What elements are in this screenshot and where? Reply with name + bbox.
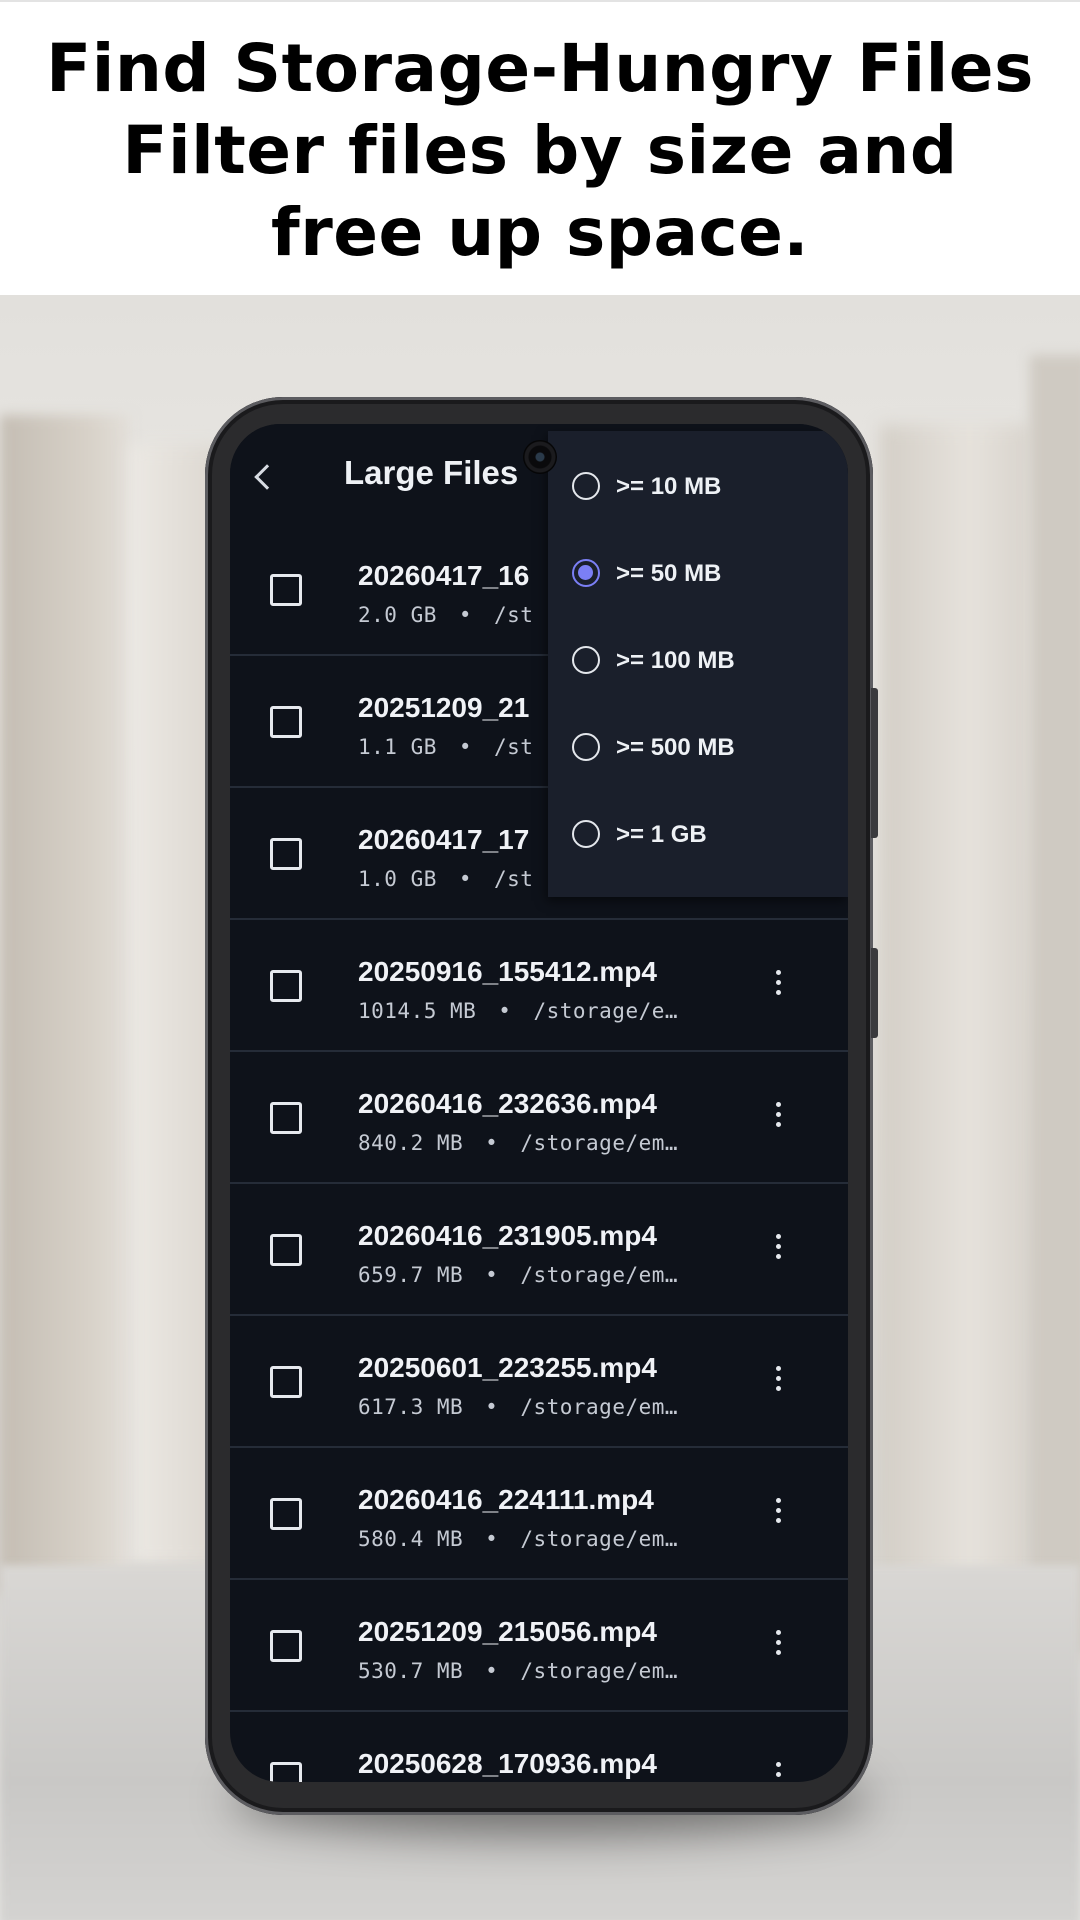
file-name: 20260417_16 xyxy=(358,560,530,591)
size-filter-option[interactable]: >= 50 MB xyxy=(548,530,848,617)
meta-separator: • xyxy=(485,1527,499,1551)
file-meta: 659.7 MB • /storage/em… xyxy=(358,1263,678,1287)
more-options-icon[interactable] xyxy=(770,1762,786,1782)
file-path: /storage/em… xyxy=(520,1263,679,1287)
more-options-icon[interactable] xyxy=(770,1102,786,1132)
file-size: 1014.5 MB xyxy=(358,999,477,1023)
file-size: 659.7 MB xyxy=(358,1263,464,1287)
promo-header: Find Storage-Hungry Files Filter files b… xyxy=(0,0,1080,295)
promo-headline: Find Storage-Hungry Files xyxy=(46,30,1034,107)
file-checkbox[interactable] xyxy=(270,1366,302,1398)
back-arrow-icon[interactable] xyxy=(254,464,280,490)
promo-subtitle-line-2: free up space. xyxy=(271,194,809,271)
file-meta: 840.2 MB • /storage/em… xyxy=(358,1131,678,1155)
file-name: 20260417_17 xyxy=(358,824,530,855)
file-path: /storage/em… xyxy=(520,1659,679,1683)
file-meta: 617.3 MB • /storage/em… xyxy=(358,1395,678,1419)
file-row[interactable]: 20250628_170936.mp4 xyxy=(230,1712,848,1782)
file-size: 2.0 GB xyxy=(358,603,437,627)
file-size: 580.4 MB xyxy=(358,1527,464,1551)
file-row[interactable]: 20260416_231905.mp4 659.7 MB • /storage/em… xyxy=(230,1184,848,1316)
radio-selected-icon[interactable] xyxy=(572,559,600,587)
file-name: 20251209_21 xyxy=(358,692,530,723)
file-checkbox[interactable] xyxy=(270,970,302,1002)
size-filter-option[interactable]: >= 500 MB xyxy=(548,704,848,791)
file-meta: 530.7 MB • /storage/em… xyxy=(358,1659,678,1683)
file-checkbox[interactable] xyxy=(270,706,302,738)
file-size: 840.2 MB xyxy=(358,1131,464,1155)
file-name: 20260416_231905.mp4 xyxy=(358,1220,657,1251)
phone-screen: Large Files 20260417_16 2.0 GB • /st 2025120… xyxy=(230,424,848,1782)
file-checkbox[interactable] xyxy=(270,1630,302,1662)
meta-separator: • xyxy=(485,1395,499,1419)
meta-separator: • xyxy=(498,999,512,1023)
file-name: 20250628_170936.mp4 xyxy=(358,1748,657,1779)
file-path: /storage/em… xyxy=(520,1131,679,1155)
file-row[interactable]: 20250601_223255.mp4 617.3 MB • /storage/em… xyxy=(230,1316,848,1448)
file-meta: 1.0 GB • /st xyxy=(358,867,533,891)
size-filter-option[interactable]: >= 100 MB xyxy=(548,617,848,704)
page-title: Large Files xyxy=(344,454,519,491)
more-options-icon[interactable] xyxy=(770,1366,786,1396)
file-checkbox[interactable] xyxy=(270,838,302,870)
file-path: /st xyxy=(494,735,534,759)
size-filter-option[interactable]: >= 10 MB xyxy=(548,443,848,530)
more-options-icon[interactable] xyxy=(770,1234,786,1264)
file-meta: 2.0 GB • /st xyxy=(358,603,533,627)
meta-separator: • xyxy=(485,1263,499,1287)
more-options-icon[interactable] xyxy=(770,1630,786,1660)
radio-icon[interactable] xyxy=(572,820,600,848)
promo-subtitle-line-1: Filter files by size and xyxy=(122,112,958,189)
file-path: /storage/e… xyxy=(533,999,679,1023)
size-filter-menu: >= 10 MB >= 50 MB >= 100 MB >= 500 MB >= 1 G… xyxy=(548,431,848,897)
file-size: 1.0 GB xyxy=(358,867,437,891)
size-filter-option-label: >= 50 MB xyxy=(616,560,722,587)
file-path: /storage/em… xyxy=(520,1527,679,1551)
radio-icon[interactable] xyxy=(572,646,600,674)
file-checkbox[interactable] xyxy=(270,1102,302,1134)
size-filter-option-label: >= 500 MB xyxy=(616,734,735,761)
file-size: 530.7 MB xyxy=(358,1659,464,1683)
more-options-icon[interactable] xyxy=(770,970,786,1000)
more-options-icon[interactable] xyxy=(770,1498,786,1528)
file-size: 617.3 MB xyxy=(358,1395,464,1419)
file-name: 20260416_224111.mp4 xyxy=(358,1484,654,1515)
file-meta: 1.1 GB • /st xyxy=(358,735,533,759)
file-path: /storage/em… xyxy=(520,1395,679,1419)
file-checkbox[interactable] xyxy=(270,574,302,606)
size-filter-option-label: >= 100 MB xyxy=(616,647,735,674)
file-name: 20250916_155412.mp4 xyxy=(358,956,657,987)
file-checkbox[interactable] xyxy=(270,1234,302,1266)
size-filter-option-label: >= 1 GB xyxy=(616,821,707,848)
meta-separator: • xyxy=(458,735,473,759)
file-row[interactable]: 20260416_224111.mp4 580.4 MB • /storage/em… xyxy=(230,1448,848,1580)
file-row[interactable]: 20250916_155412.mp4 1014.5 MB • /storage/e… xyxy=(230,920,848,1052)
radio-icon[interactable] xyxy=(572,472,600,500)
size-filter-option-label: >= 10 MB xyxy=(616,473,722,500)
radio-icon[interactable] xyxy=(572,733,600,761)
file-size: 1.1 GB xyxy=(358,735,437,759)
size-filter-option[interactable]: >= 1 GB xyxy=(548,791,848,878)
volume-button xyxy=(871,688,878,838)
file-row[interactable]: 20260416_232636.mp4 840.2 MB • /storage/em… xyxy=(230,1052,848,1184)
power-button xyxy=(871,948,878,1038)
meta-separator: • xyxy=(485,1131,499,1155)
file-name: 20250601_223255.mp4 xyxy=(358,1352,657,1383)
file-checkbox[interactable] xyxy=(270,1498,302,1530)
meta-separator: • xyxy=(485,1659,499,1683)
file-name: 20260416_232636.mp4 xyxy=(358,1088,657,1119)
file-path: /st xyxy=(494,603,534,627)
front-camera-icon xyxy=(523,440,557,474)
file-meta: 1014.5 MB • /storage/e… xyxy=(358,999,678,1023)
meta-separator: • xyxy=(458,603,473,627)
file-meta: 580.4 MB • /storage/em… xyxy=(358,1527,678,1551)
file-checkbox[interactable] xyxy=(270,1762,302,1782)
file-row[interactable]: 20251209_215056.mp4 530.7 MB • /storage/em… xyxy=(230,1580,848,1712)
meta-separator: • xyxy=(458,867,473,891)
file-path: /st xyxy=(494,867,534,891)
file-name: 20251209_215056.mp4 xyxy=(358,1616,657,1647)
